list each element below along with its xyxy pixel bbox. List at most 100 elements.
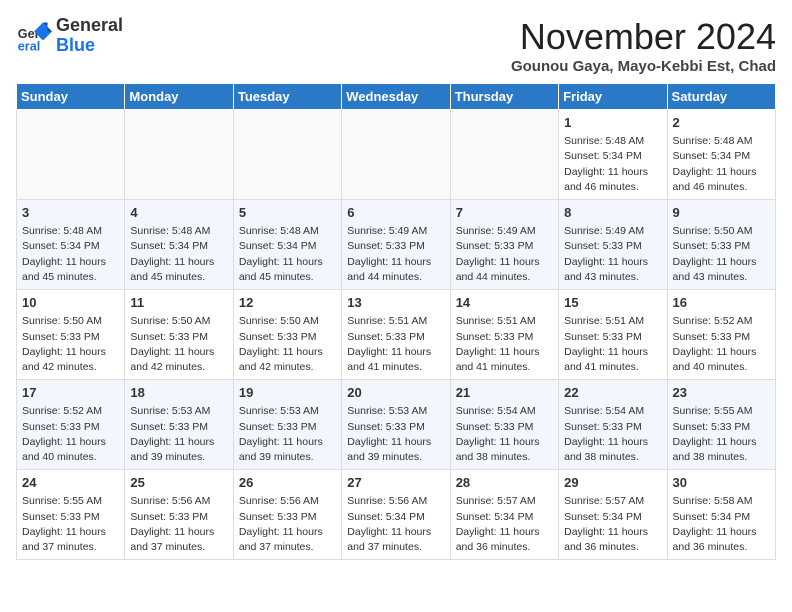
day-info: Sunrise: 5:55 AM Sunset: 5:33 PM Dayligh… bbox=[673, 404, 770, 465]
calendar-week-row: 10 Sunrise: 5:50 AM Sunset: 5:33 PM Dayli… bbox=[17, 290, 776, 380]
day-number: 10 bbox=[22, 294, 119, 312]
month-title: November 2024 bbox=[511, 16, 776, 58]
day-number: 9 bbox=[673, 204, 770, 222]
day-number: 4 bbox=[130, 204, 227, 222]
calendar-day-16: 16 Sunrise: 5:52 AM Sunset: 5:33 PM Dayli… bbox=[667, 290, 775, 380]
calendar-day-22: 22 Sunrise: 5:54 AM Sunset: 5:33 PM Dayli… bbox=[559, 380, 667, 470]
calendar-day-14: 14 Sunrise: 5:51 AM Sunset: 5:33 PM Dayli… bbox=[450, 290, 558, 380]
day-info: Sunrise: 5:56 AM Sunset: 5:33 PM Dayligh… bbox=[130, 494, 227, 555]
day-info: Sunrise: 5:54 AM Sunset: 5:33 PM Dayligh… bbox=[456, 404, 553, 465]
calendar-empty-cell bbox=[125, 110, 233, 200]
calendar-day-4: 4 Sunrise: 5:48 AM Sunset: 5:34 PM Daylig… bbox=[125, 200, 233, 290]
day-info: Sunrise: 5:52 AM Sunset: 5:33 PM Dayligh… bbox=[673, 314, 770, 375]
day-info: Sunrise: 5:56 AM Sunset: 5:33 PM Dayligh… bbox=[239, 494, 336, 555]
day-info: Sunrise: 5:55 AM Sunset: 5:33 PM Dayligh… bbox=[22, 494, 119, 555]
day-number: 30 bbox=[673, 474, 770, 492]
day-number: 5 bbox=[239, 204, 336, 222]
weekday-header-thursday: Thursday bbox=[450, 84, 558, 110]
weekday-header-row: SundayMondayTuesdayWednesdayThursdayFrid… bbox=[17, 84, 776, 110]
day-info: Sunrise: 5:48 AM Sunset: 5:34 PM Dayligh… bbox=[564, 134, 661, 195]
day-number: 23 bbox=[673, 384, 770, 402]
day-info: Sunrise: 5:53 AM Sunset: 5:33 PM Dayligh… bbox=[130, 404, 227, 465]
weekday-header-sunday: Sunday bbox=[17, 84, 125, 110]
day-info: Sunrise: 5:53 AM Sunset: 5:33 PM Dayligh… bbox=[239, 404, 336, 465]
day-number: 28 bbox=[456, 474, 553, 492]
day-info: Sunrise: 5:52 AM Sunset: 5:33 PM Dayligh… bbox=[22, 404, 119, 465]
day-info: Sunrise: 5:58 AM Sunset: 5:34 PM Dayligh… bbox=[673, 494, 770, 555]
day-info: Sunrise: 5:48 AM Sunset: 5:34 PM Dayligh… bbox=[130, 224, 227, 285]
day-number: 16 bbox=[673, 294, 770, 312]
calendar-empty-cell bbox=[233, 110, 341, 200]
calendar-day-15: 15 Sunrise: 5:51 AM Sunset: 5:33 PM Dayli… bbox=[559, 290, 667, 380]
calendar-day-26: 26 Sunrise: 5:56 AM Sunset: 5:33 PM Dayli… bbox=[233, 470, 341, 560]
logo-icon: Gen eral bbox=[16, 18, 52, 54]
page-header: Gen eral General Blue November 2024 Goun… bbox=[16, 16, 776, 75]
calendar-day-17: 17 Sunrise: 5:52 AM Sunset: 5:33 PM Dayli… bbox=[17, 380, 125, 470]
logo-text: General Blue bbox=[56, 16, 123, 56]
day-info: Sunrise: 5:51 AM Sunset: 5:33 PM Dayligh… bbox=[347, 314, 444, 375]
calendar-table: SundayMondayTuesdayWednesdayThursdayFrid… bbox=[16, 83, 776, 560]
weekday-header-monday: Monday bbox=[125, 84, 233, 110]
calendar-day-2: 2Sunrise: 5:48 AM Sunset: 5:34 PM Daylig… bbox=[667, 110, 775, 200]
day-number: 21 bbox=[456, 384, 553, 402]
calendar-day-29: 29 Sunrise: 5:57 AM Sunset: 5:34 PM Dayli… bbox=[559, 470, 667, 560]
calendar-day-5: 5 Sunrise: 5:48 AM Sunset: 5:34 PM Daylig… bbox=[233, 200, 341, 290]
day-info: Sunrise: 5:51 AM Sunset: 5:33 PM Dayligh… bbox=[456, 314, 553, 375]
day-number: 12 bbox=[239, 294, 336, 312]
day-number: 22 bbox=[564, 384, 661, 402]
day-number: 26 bbox=[239, 474, 336, 492]
day-number: 1 bbox=[564, 114, 661, 132]
day-number: 15 bbox=[564, 294, 661, 312]
day-info: Sunrise: 5:48 AM Sunset: 5:34 PM Dayligh… bbox=[673, 134, 770, 195]
calendar-day-23: 23 Sunrise: 5:55 AM Sunset: 5:33 PM Dayli… bbox=[667, 380, 775, 470]
day-number: 25 bbox=[130, 474, 227, 492]
day-info: Sunrise: 5:54 AM Sunset: 5:33 PM Dayligh… bbox=[564, 404, 661, 465]
day-number: 19 bbox=[239, 384, 336, 402]
day-number: 11 bbox=[130, 294, 227, 312]
weekday-header-friday: Friday bbox=[559, 84, 667, 110]
day-number: 18 bbox=[130, 384, 227, 402]
calendar-day-3: 3Sunrise: 5:48 AM Sunset: 5:34 PM Daylig… bbox=[17, 200, 125, 290]
day-info: Sunrise: 5:57 AM Sunset: 5:34 PM Dayligh… bbox=[456, 494, 553, 555]
calendar-day-7: 7Sunrise: 5:49 AM Sunset: 5:33 PM Daylig… bbox=[450, 200, 558, 290]
location-subtitle: Gounou Gaya, Mayo-Kebbi Est, Chad bbox=[511, 58, 776, 75]
calendar-day-13: 13 Sunrise: 5:51 AM Sunset: 5:33 PM Dayli… bbox=[342, 290, 450, 380]
calendar-day-12: 12 Sunrise: 5:50 AM Sunset: 5:33 PM Dayli… bbox=[233, 290, 341, 380]
day-number: 14 bbox=[456, 294, 553, 312]
day-number: 27 bbox=[347, 474, 444, 492]
day-info: Sunrise: 5:50 AM Sunset: 5:33 PM Dayligh… bbox=[130, 314, 227, 375]
calendar-day-24: 24 Sunrise: 5:55 AM Sunset: 5:33 PM Dayli… bbox=[17, 470, 125, 560]
day-info: Sunrise: 5:50 AM Sunset: 5:33 PM Dayligh… bbox=[239, 314, 336, 375]
day-number: 24 bbox=[22, 474, 119, 492]
weekday-header-saturday: Saturday bbox=[667, 84, 775, 110]
day-number: 6 bbox=[347, 204, 444, 222]
day-info: Sunrise: 5:48 AM Sunset: 5:34 PM Dayligh… bbox=[239, 224, 336, 285]
calendar-day-8: 8Sunrise: 5:49 AM Sunset: 5:33 PM Daylig… bbox=[559, 200, 667, 290]
day-number: 29 bbox=[564, 474, 661, 492]
title-block: November 2024 Gounou Gaya, Mayo-Kebbi Es… bbox=[511, 16, 776, 75]
day-info: Sunrise: 5:48 AM Sunset: 5:34 PM Dayligh… bbox=[22, 224, 119, 285]
day-number: 17 bbox=[22, 384, 119, 402]
calendar-week-row: 3Sunrise: 5:48 AM Sunset: 5:34 PM Daylig… bbox=[17, 200, 776, 290]
weekday-header-wednesday: Wednesday bbox=[342, 84, 450, 110]
calendar-day-25: 25 Sunrise: 5:56 AM Sunset: 5:33 PM Dayli… bbox=[125, 470, 233, 560]
calendar-day-6: 6 Sunrise: 5:49 AM Sunset: 5:33 PM Daylig… bbox=[342, 200, 450, 290]
calendar-day-9: 9 Sunrise: 5:50 AM Sunset: 5:33 PM Daylig… bbox=[667, 200, 775, 290]
day-number: 13 bbox=[347, 294, 444, 312]
calendar-day-28: 28 Sunrise: 5:57 AM Sunset: 5:34 PM Dayli… bbox=[450, 470, 558, 560]
calendar-week-row: 24 Sunrise: 5:55 AM Sunset: 5:33 PM Dayli… bbox=[17, 470, 776, 560]
calendar-day-30: 30 Sunrise: 5:58 AM Sunset: 5:34 PM Dayli… bbox=[667, 470, 775, 560]
day-info: Sunrise: 5:57 AM Sunset: 5:34 PM Dayligh… bbox=[564, 494, 661, 555]
day-info: Sunrise: 5:49 AM Sunset: 5:33 PM Dayligh… bbox=[456, 224, 553, 285]
svg-text:eral: eral bbox=[18, 39, 40, 53]
calendar-empty-cell bbox=[342, 110, 450, 200]
day-number: 8 bbox=[564, 204, 661, 222]
day-info: Sunrise: 5:49 AM Sunset: 5:33 PM Dayligh… bbox=[347, 224, 444, 285]
logo-general: General bbox=[56, 15, 123, 35]
calendar-day-10: 10 Sunrise: 5:50 AM Sunset: 5:33 PM Dayli… bbox=[17, 290, 125, 380]
day-info: Sunrise: 5:51 AM Sunset: 5:33 PM Dayligh… bbox=[564, 314, 661, 375]
day-info: Sunrise: 5:50 AM Sunset: 5:33 PM Dayligh… bbox=[673, 224, 770, 285]
day-info: Sunrise: 5:50 AM Sunset: 5:33 PM Dayligh… bbox=[22, 314, 119, 375]
calendar-day-21: 21 Sunrise: 5:54 AM Sunset: 5:33 PM Dayli… bbox=[450, 380, 558, 470]
calendar-day-20: 20Sunrise: 5:53 AM Sunset: 5:33 PM Dayli… bbox=[342, 380, 450, 470]
